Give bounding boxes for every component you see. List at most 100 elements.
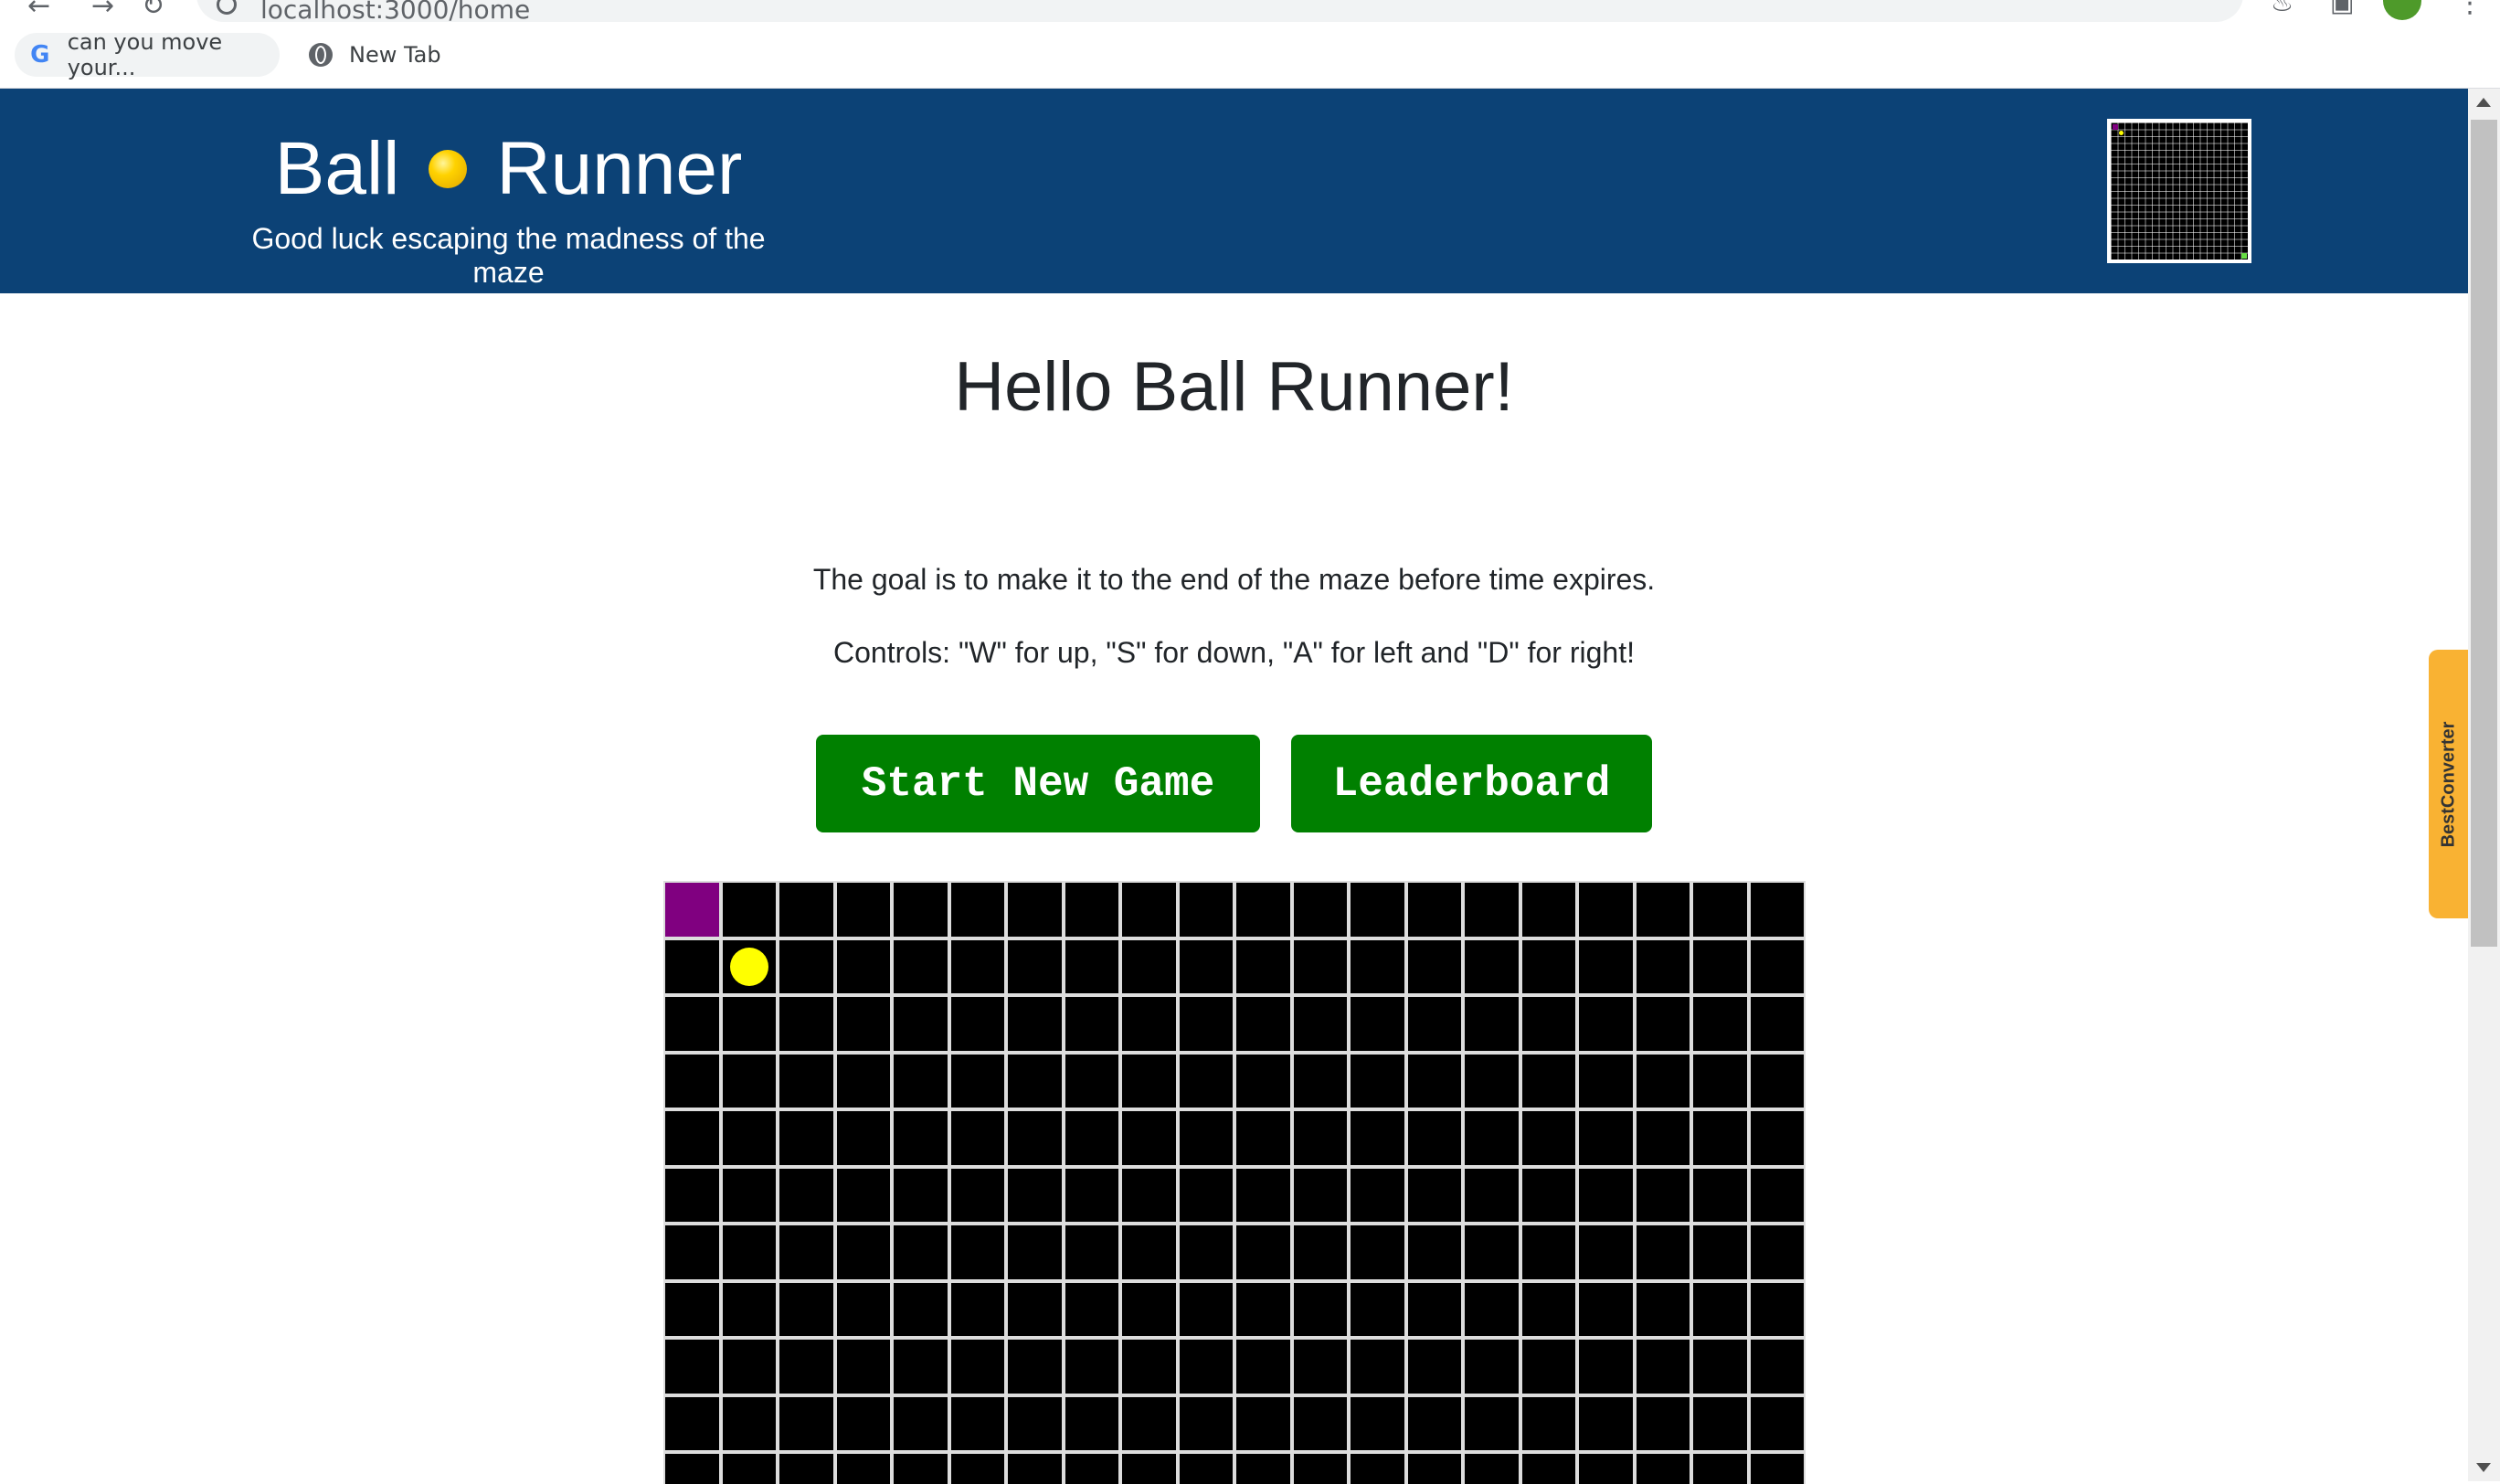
maze-cell — [1465, 1454, 1519, 1484]
maze-cell — [1179, 1054, 1233, 1108]
maze-cell — [1179, 1111, 1233, 1165]
maze-cell — [894, 997, 948, 1051]
scrollbar-thumb[interactable] — [2471, 120, 2497, 947]
maze-cell — [1693, 1340, 1747, 1394]
maze-cell — [779, 1340, 833, 1394]
maze-cell — [1407, 883, 1461, 937]
maze-cell — [665, 1111, 719, 1165]
maze-cell — [665, 1282, 719, 1336]
maze-cell — [1122, 1111, 1176, 1165]
start-new-game-button[interactable]: Start New Game — [816, 735, 1260, 832]
maze-cell — [894, 1340, 948, 1394]
maze-cell — [779, 1225, 833, 1279]
leaderboard-button[interactable]: Leaderboard — [1291, 735, 1652, 832]
maze-cell — [779, 997, 833, 1051]
minimap-ball — [2119, 131, 2124, 135]
maze-cell — [1521, 997, 1575, 1051]
maze-cell — [665, 1396, 719, 1450]
scroll-down-icon[interactable] — [2476, 1463, 2491, 1472]
maze-cell — [665, 1454, 719, 1484]
maze-cell — [1008, 997, 1062, 1051]
maze-cell — [1293, 997, 1347, 1051]
maze-cell — [1293, 1168, 1347, 1222]
maze-cell — [1293, 939, 1347, 993]
back-icon[interactable]: ← — [27, 0, 50, 20]
maze-cell — [1065, 997, 1118, 1051]
maze-cell — [779, 939, 833, 993]
maze-start-cell — [665, 883, 719, 937]
maze-cell — [1236, 1111, 1290, 1165]
bookmark-google-search[interactable]: G can you move your... — [15, 29, 280, 80]
url-text[interactable]: localhost:3000/home — [260, 0, 530, 22]
maze-cell — [1407, 1282, 1461, 1336]
maze-cell — [1179, 1282, 1233, 1336]
profile-avatar[interactable] — [2383, 0, 2421, 20]
maze-cell — [836, 1111, 890, 1165]
maze-cell — [1236, 1168, 1290, 1222]
reload-icon[interactable]: ↻ — [142, 0, 164, 20]
maze-cell — [1693, 1168, 1747, 1222]
controls-description: Controls: "W" for up, "S" for down, "A" … — [833, 636, 1635, 669]
maze-cell — [1579, 997, 1633, 1051]
maze-cell — [950, 1282, 1004, 1336]
forward-icon[interactable]: → — [91, 0, 114, 20]
maze-cell — [1465, 1396, 1519, 1450]
maze-cell — [1636, 1396, 1690, 1450]
extension-label: BestConverter — [2438, 721, 2459, 847]
maze-cell — [836, 1225, 890, 1279]
maze-cell — [1122, 1225, 1176, 1279]
maze-cell — [894, 1054, 948, 1108]
maze-cell — [1693, 1396, 1747, 1450]
maze-cell — [1351, 1282, 1404, 1336]
maze-cell — [779, 1111, 833, 1165]
maze-cell — [1465, 1054, 1519, 1108]
maze-cell — [1236, 1340, 1290, 1394]
maze-cell — [1521, 1396, 1575, 1450]
maze-cell — [950, 1340, 1004, 1394]
maze-cell — [1579, 1396, 1633, 1450]
maze-cell — [779, 1054, 833, 1108]
ball-logo-icon — [429, 150, 468, 188]
maze-cell — [1636, 997, 1690, 1051]
scroll-up-icon[interactable] — [2476, 98, 2491, 107]
maze-cell — [722, 1396, 776, 1450]
menu-icon[interactable]: ⋮ — [2456, 0, 2484, 19]
maze-grid — [663, 881, 1806, 1484]
site-title: Ball Runner — [214, 123, 803, 215]
maze-cell — [665, 1168, 719, 1222]
maze-cell — [1693, 1111, 1747, 1165]
maze-cell — [950, 1225, 1004, 1279]
maze-cell — [1407, 1225, 1461, 1279]
maze-cell — [1293, 1340, 1347, 1394]
bookmark-label: can you move your... — [67, 29, 223, 80]
maze-cell — [1750, 1054, 1804, 1108]
maze-minimap — [2107, 119, 2251, 263]
info-icon[interactable] — [217, 0, 237, 15]
maze-cell — [950, 997, 1004, 1051]
maze-cell — [1065, 1396, 1118, 1450]
goal-description: The goal is to make it to the end of the… — [812, 563, 1656, 596]
maze-cell — [1293, 1111, 1347, 1165]
maze-cell — [1008, 1340, 1062, 1394]
side-panel-icon[interactable]: ▣ — [2330, 0, 2354, 17]
maze-cell — [1750, 1396, 1804, 1450]
maze-cell — [1351, 997, 1404, 1051]
maze-cell — [722, 1111, 776, 1165]
maze-cell — [1407, 997, 1461, 1051]
maze-cell — [1521, 1282, 1575, 1336]
bookmark-new-tab[interactable]: New Tab — [294, 33, 450, 77]
maze-cell — [1236, 1225, 1290, 1279]
maze-cell — [1122, 939, 1176, 993]
extensions-icon[interactable]: ♨ — [2271, 0, 2293, 17]
maze-cell — [1407, 939, 1461, 993]
maze-cell — [1351, 1054, 1404, 1108]
converter-extension-tab[interactable]: BestConverter — [2429, 650, 2468, 918]
maze-cell — [779, 1396, 833, 1450]
address-bar[interactable]: localhost:3000/home ↗ ☆ — [196, 0, 2243, 22]
maze-cell — [1521, 1168, 1575, 1222]
maze-cell — [1693, 883, 1747, 937]
maze-cell — [1636, 1454, 1690, 1484]
maze-cell — [836, 939, 890, 993]
maze-cell — [894, 1225, 948, 1279]
scrollbar[interactable] — [2468, 89, 2500, 1481]
